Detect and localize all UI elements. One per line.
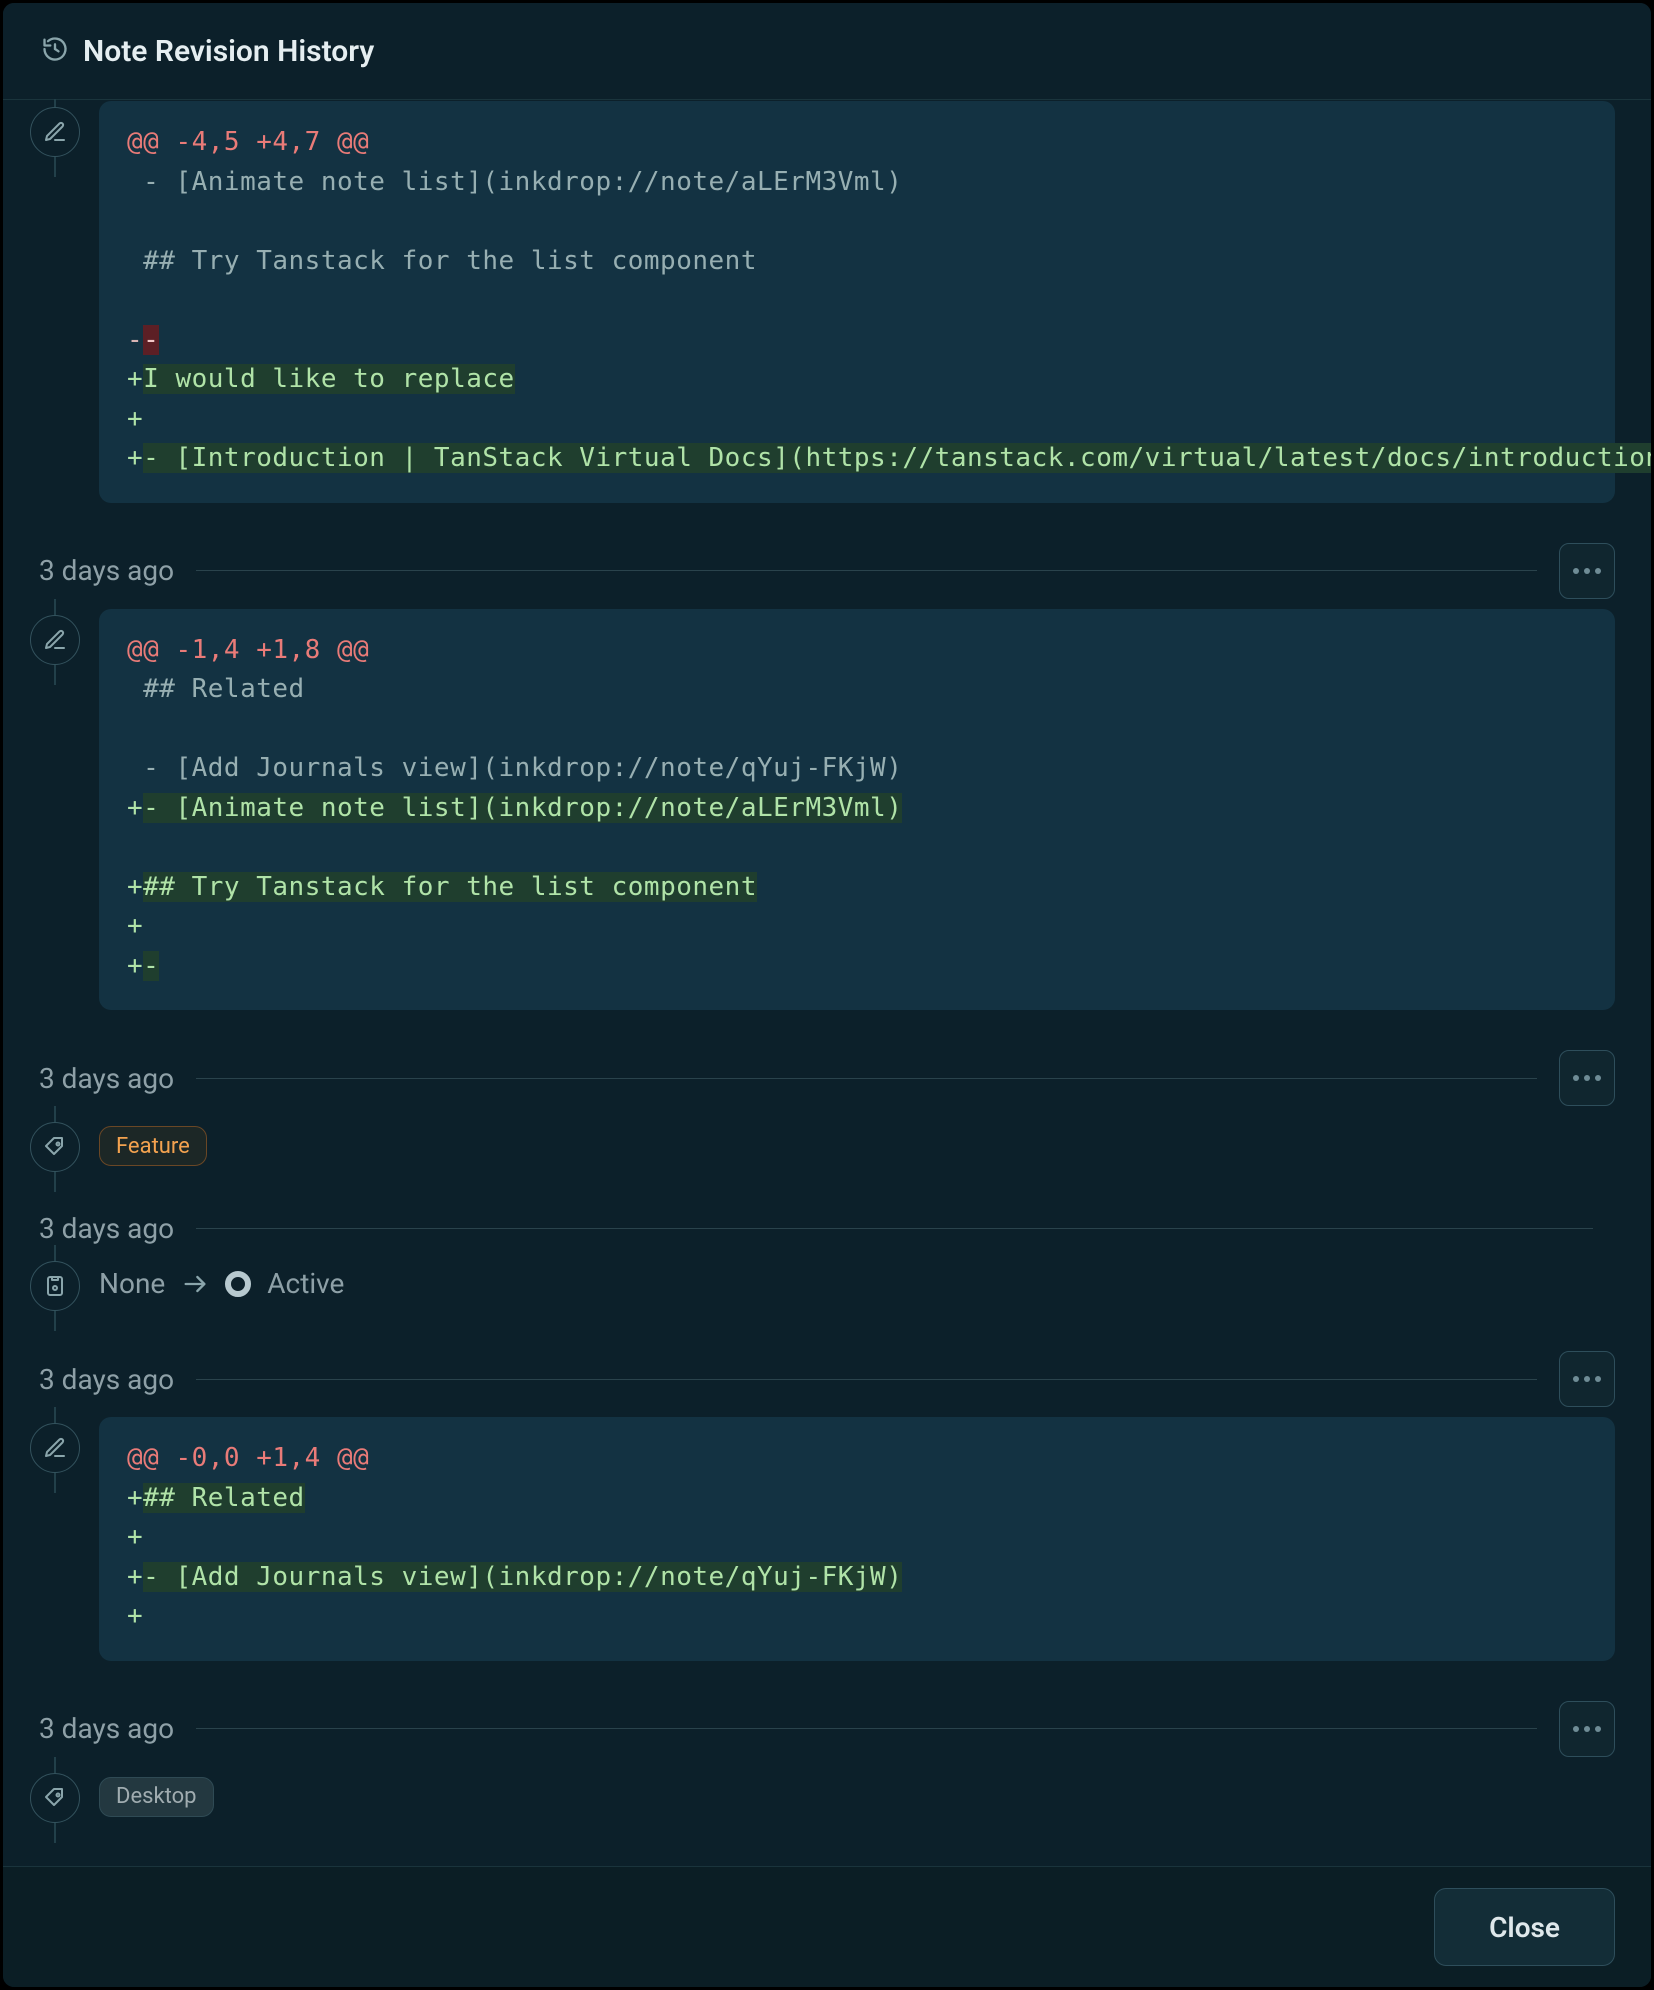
diff-block: @@ -1,4 +1,8 @@ ## Related - [Add Journa… — [99, 609, 1615, 1011]
arrow-right-icon — [181, 1270, 209, 1298]
diff-context-line: - [Add Journals view](inkdrop://note/qYu… — [127, 749, 1587, 789]
diff-added-line: +## Related — [127, 1479, 1587, 1519]
revision-entry: @@ -4,5 +4,7 @@ - [Animate note list](in… — [39, 99, 1615, 503]
revision-entry: @@ -0,0 +1,4 @@+## Related++- [Add Journ… — [39, 1415, 1615, 1661]
tag-icon — [30, 1773, 80, 1823]
revision-timestamp: 3 days ago — [39, 1212, 174, 1245]
revision-time-divider: 3 days ago — [39, 1351, 1615, 1407]
diff-added-line: + — [127, 907, 1587, 947]
status-from: None — [99, 1267, 165, 1300]
revision-history-dialog: Note Revision History @@ -4,5 +4,7 @@ - … — [0, 0, 1654, 1990]
revision-more-button[interactable] — [1559, 1351, 1615, 1407]
diff-added-line: + — [127, 1518, 1587, 1558]
tag-badge: Feature — [99, 1126, 207, 1166]
dialog-title: Note Revision History — [83, 34, 374, 69]
diff-hunk-header: @@ -4,5 +4,7 @@ — [127, 123, 1587, 163]
revision-entry: @@ -1,4 +1,8 @@ ## Related - [Add Journa… — [39, 607, 1615, 1011]
diff-added-line: + — [127, 1597, 1587, 1637]
diff-added-line: +- [Animate note list](inkdrop://note/aL… — [127, 789, 1587, 829]
diff-context-line — [127, 828, 1587, 868]
diff-context-line: ## Related — [127, 670, 1587, 710]
dialog-footer: Close — [3, 1866, 1651, 1987]
diff-hunk-header: @@ -1,4 +1,8 @@ — [127, 631, 1587, 671]
edit-icon — [30, 615, 80, 665]
diff-added-line: +- — [127, 947, 1587, 987]
history-icon — [41, 35, 69, 67]
revision-more-button[interactable] — [1559, 1701, 1615, 1757]
diff-hunk-header: @@ -0,0 +1,4 @@ — [127, 1439, 1587, 1479]
diff-added-line: + — [127, 400, 1587, 440]
revision-entry: Desktop — [39, 1765, 1615, 1823]
diff-added-line: +## Try Tanstack for the list component — [127, 868, 1587, 908]
revision-list: @@ -4,5 +4,7 @@ - [Animate note list](in… — [3, 99, 1651, 1867]
status-icon — [30, 1261, 80, 1311]
revision-more-button[interactable] — [1559, 543, 1615, 599]
status-dot-icon — [225, 1271, 251, 1297]
revision-timestamp: 3 days ago — [39, 1062, 174, 1095]
diff-context-line — [127, 710, 1587, 750]
diff-context-line: ## Try Tanstack for the list component — [127, 242, 1587, 282]
diff-context-line: - [Animate note list](inkdrop://note/aLE… — [127, 163, 1587, 203]
revision-timestamp: 3 days ago — [39, 1363, 174, 1396]
status-to: Active — [267, 1267, 344, 1300]
revision-time-divider: 3 days ago — [39, 1701, 1615, 1757]
diff-removed-line: -- — [127, 321, 1587, 361]
diff-added-line: +I would like to replace — [127, 360, 1587, 400]
diff-added-line: +- [Add Journals view](inkdrop://note/qY… — [127, 1558, 1587, 1598]
close-button[interactable]: Close — [1434, 1888, 1615, 1966]
status-change: None Active — [99, 1267, 1615, 1300]
revision-more-button[interactable] — [1559, 1050, 1615, 1106]
diff-context-line — [127, 202, 1587, 242]
diff-block: @@ -0,0 +1,4 @@+## Related++- [Add Journ… — [99, 1417, 1615, 1661]
diff-context-line — [127, 281, 1587, 321]
revision-time-divider: 3 days ago — [39, 1050, 1615, 1106]
revision-time-divider: 3 days ago — [39, 1212, 1615, 1245]
dialog-titlebar: Note Revision History — [3, 3, 1651, 100]
revision-entry: None Active — [39, 1253, 1615, 1311]
edit-icon — [30, 1423, 80, 1473]
tag-icon — [30, 1122, 80, 1172]
tag-badge: Desktop — [99, 1777, 214, 1817]
revision-entry: Feature — [39, 1114, 1615, 1172]
revision-timestamp: 3 days ago — [39, 554, 174, 587]
diff-block: @@ -4,5 +4,7 @@ - [Animate note list](in… — [99, 101, 1615, 503]
diff-added-line: +- [Introduction | TanStack Virtual Docs… — [127, 439, 1587, 479]
edit-icon — [30, 107, 80, 157]
revision-time-divider: 3 days ago — [39, 543, 1615, 599]
revision-timestamp: 3 days ago — [39, 1712, 174, 1745]
